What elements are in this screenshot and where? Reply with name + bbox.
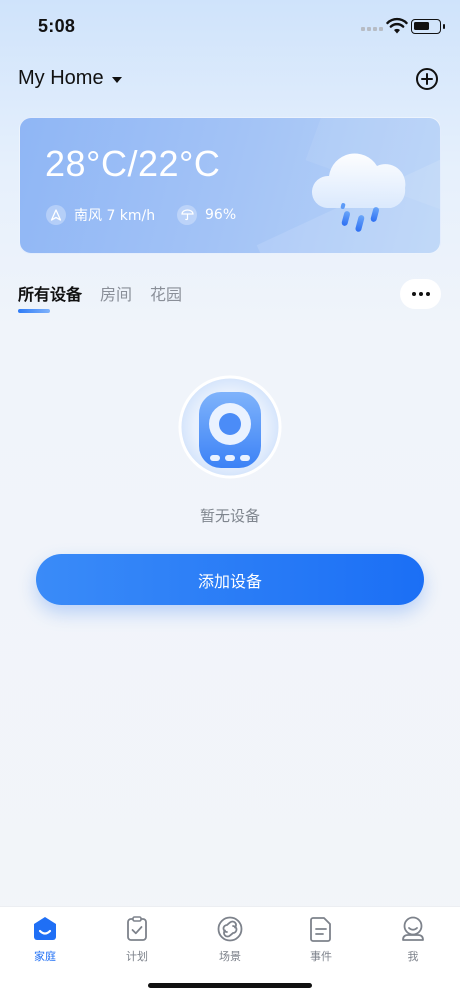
nav-item-event[interactable]: 事件 — [291, 915, 351, 964]
humidity-info: 96% — [177, 205, 236, 225]
more-options-button[interactable] — [400, 279, 441, 309]
rain-cloud-icon — [311, 153, 406, 232]
cellular-signal-icon — [361, 27, 383, 31]
tab-active-indicator — [18, 309, 50, 313]
empty-state-message: 暂无设备 — [199, 507, 260, 525]
wind-info: 南风 7 km/h — [46, 205, 155, 225]
profile-icon — [402, 916, 424, 941]
tab-label: 房间 — [100, 285, 133, 304]
scene-icon — [217, 916, 243, 942]
no-device-illustration — [178, 375, 282, 479]
home-name: My Home — [18, 67, 104, 89]
wind-text: 南风 7 km/h — [74, 208, 156, 224]
wind-direction-icon — [46, 205, 66, 225]
nav-label: 事件 — [310, 950, 332, 963]
caret-down-icon — [111, 76, 122, 83]
home-icon — [34, 917, 56, 940]
plan-icon — [127, 916, 147, 941]
tab-rooms[interactable]: 房间 — [100, 284, 132, 308]
humidity-icon — [177, 205, 197, 225]
device-tabs: 所有设备 房间 花园 — [18, 284, 182, 313]
tab-all-devices[interactable]: 所有设备 — [18, 284, 83, 313]
add-device-button[interactable]: 添加设备 — [36, 554, 424, 605]
tab-label: 花园 — [150, 285, 183, 304]
status-bar: 5:08 — [0, 0, 460, 56]
status-time: 5:08 — [38, 16, 76, 36]
humidity-text: 96% — [205, 207, 237, 223]
nav-label: 计划 — [126, 950, 148, 963]
nav-label: 场景 — [219, 950, 241, 963]
tab-garden[interactable]: 花园 — [150, 284, 182, 308]
nav-item-plan[interactable]: 计划 — [107, 915, 167, 964]
tab-label: 所有设备 — [18, 285, 83, 304]
battery-icon — [411, 19, 445, 34]
event-icon — [310, 917, 331, 942]
nav-item-profile[interactable]: 我 — [383, 915, 443, 964]
nav-item-scene[interactable]: 场景 — [200, 915, 260, 964]
add-circle-icon[interactable] — [415, 67, 439, 91]
home-indicator — [148, 983, 312, 988]
weather-card[interactable]: 28°C/22°C 南风 7 km/h 96% — [19, 117, 441, 254]
temperature-range: 28°C/22°C — [45, 143, 221, 184]
home-selector[interactable]: My Home — [18, 67, 122, 90]
wifi-icon — [386, 17, 408, 34]
nav-item-home[interactable]: 家庭 — [15, 915, 75, 964]
nav-label: 我 — [407, 950, 419, 963]
nav-label: 家庭 — [34, 950, 56, 963]
